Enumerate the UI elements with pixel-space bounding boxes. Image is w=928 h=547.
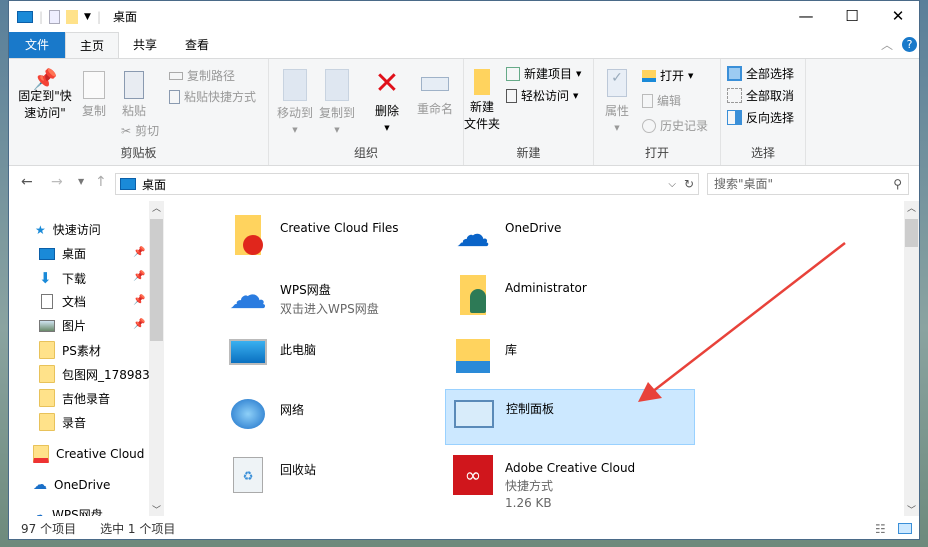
annotation-arrow	[638, 242, 846, 402]
